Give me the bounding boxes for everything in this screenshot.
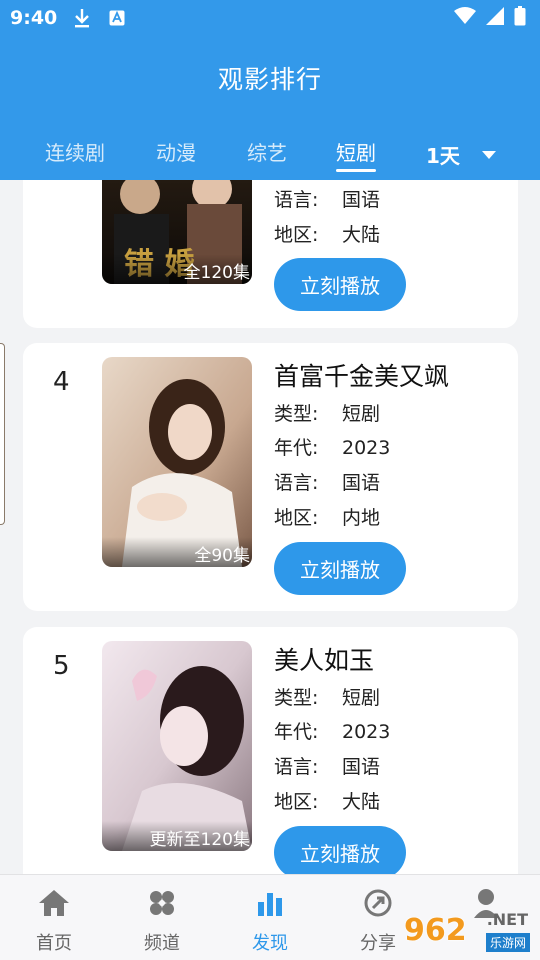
region-row: 地区: 大陆 [274,220,380,247]
year-label: 年代: [274,721,319,743]
nav-discover-label: 发现 [252,933,288,954]
rank-number: 5 [53,651,70,681]
episode-badge: 更新至120集 [102,821,252,851]
edge-drag-handle[interactable] [0,343,5,525]
nav-channels[interactable]: 频道 [117,885,207,955]
year-value: 2023 [342,437,391,459]
language-value: 国语 [342,189,381,211]
region-value: 大陆 [342,224,381,246]
language-value: 国语 [342,756,381,778]
drama-title[interactable]: 美人如玉 [274,641,374,677]
period-select[interactable]: 1天 [426,140,496,169]
language-row: 语言: 国语 [274,752,380,779]
type-row: 类型: 短剧 [274,399,380,426]
language-label: 语言: [274,756,319,778]
watermark-net: .NET [486,910,528,929]
language-row: 语言: 国语 [274,185,380,212]
type-label: 类型: [274,687,319,709]
episode-badge: 全120集 [102,254,252,284]
battery-icon [514,5,526,31]
accessibility-icon [109,10,125,26]
status-time: 9:40 [10,7,58,29]
type-value: 短剧 [342,687,381,709]
rank-number: 4 [53,367,70,397]
wifi-icon [454,6,476,30]
region-row: 地区: 内地 [274,503,380,530]
episode-badge: 全90集 [102,537,252,567]
download-icon [73,8,91,28]
page-title: 观影排行 [217,65,322,94]
watermark-cn: 乐游网 [485,933,530,952]
home-icon [9,885,99,921]
drama-title[interactable]: 首富千金美又飒 [274,357,449,393]
year-value: 2023 [342,721,391,743]
region-row: 地区: 大陆 [274,787,380,814]
region-label: 地区: [274,224,319,246]
year-label: 年代: [274,437,319,459]
region-label: 地区: [274,507,319,529]
language-label: 语言: [274,189,319,211]
ranking-card[interactable]: 4 全90集 首富千金美又飒 类型: 短剧 年代: 2023 语言: 国语 地区… [23,343,518,611]
type-label: 类型: [274,403,319,425]
play-button[interactable]: 立刻播放 [274,258,406,311]
poster-image[interactable]: 全90集 [102,357,252,567]
chevron-down-icon [481,150,496,159]
chart-icon [225,885,315,921]
signal-icon [486,6,504,30]
tab-series[interactable]: 连续剧 [45,140,105,172]
nav-channels-label: 频道 [144,933,180,954]
region-value: 大陆 [342,791,381,813]
category-tabs: 连续剧 动漫 综艺 短剧 1天 [0,132,540,180]
app-header: 9:40 观影排行 连续剧 动漫 综艺 短剧 1天 [0,0,540,180]
tab-short-drama[interactable]: 短剧 [336,140,376,172]
nav-home[interactable]: 首页 [9,885,99,955]
language-label: 语言: [274,472,319,494]
status-bar: 9:40 [0,0,540,36]
nav-discover[interactable]: 发现 [225,885,315,955]
nav-home-label: 首页 [36,933,72,954]
play-button[interactable]: 立刻播放 [274,542,406,595]
play-button[interactable]: 立刻播放 [274,826,406,879]
type-row: 类型: 短剧 [274,683,380,710]
language-row: 语言: 国语 [274,468,380,495]
region-value: 内地 [342,507,381,529]
tab-anime[interactable]: 动漫 [156,140,196,172]
period-value: 1天 [426,144,460,168]
type-value: 短剧 [342,403,381,425]
ranking-card[interactable]: 5 更新至120集 美人如玉 类型: 短剧 年代: 2023 语言: 国语 地区… [23,627,518,895]
poster-image[interactable]: 更新至120集 [102,641,252,851]
language-value: 国语 [342,472,381,494]
channels-icon [117,885,207,921]
watermark-logo: 962 .NET 乐游网 [404,906,534,954]
region-label: 地区: [274,791,319,813]
watermark-number: 962 [404,912,467,948]
year-row: 年代: 2023 [274,717,390,744]
year-row: 年代: 2023 [274,433,390,460]
tab-variety[interactable]: 综艺 [247,140,287,172]
